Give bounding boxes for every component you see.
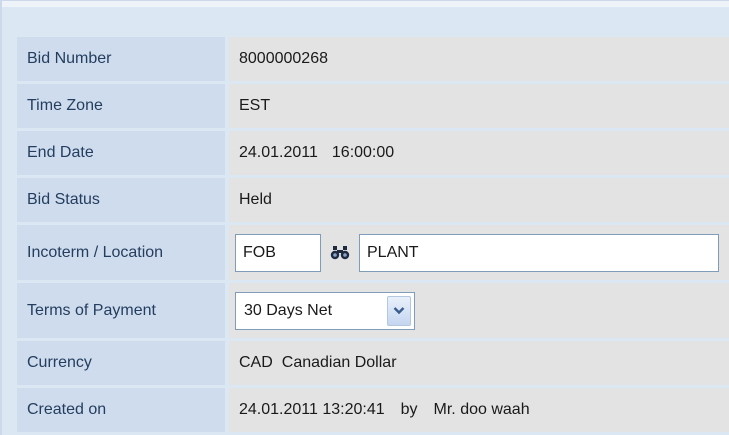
end-date-time: 16:00:00: [331, 144, 395, 161]
created-on-label: Created on: [17, 388, 225, 432]
created-on-by: by: [400, 401, 418, 418]
incoterm-value: FOB PLANT: [229, 225, 729, 280]
payment-terms-value: 30 Days Net: [229, 283, 729, 338]
currency-label: Currency: [17, 341, 225, 385]
currency-name: Canadian Dollar: [281, 354, 397, 371]
currency-code: CAD: [239, 354, 273, 371]
row-end-date: End Date 24.01.2011 16:00:00: [17, 131, 729, 175]
payment-terms-selected: 30 Days Net: [244, 301, 333, 319]
created-on-datetime: 24.01.2011 13:20:41: [239, 401, 385, 418]
time-zone-label: Time Zone: [17, 84, 225, 128]
bid-number-value: 8000000268: [229, 37, 729, 81]
payment-terms-label: Terms of Payment: [17, 283, 225, 338]
row-incoterm: Incoterm / Location FOB PLANT: [17, 225, 729, 280]
row-created-on: Created on 24.01.2011 13:20:41 by Mr. doo …: [17, 388, 729, 432]
row-time-zone: Time Zone EST: [17, 84, 729, 128]
end-date-date: 24.01.2011: [239, 144, 318, 161]
incoterm-location-input[interactable]: PLANT: [359, 233, 719, 272]
chevron-down-icon[interactable]: [387, 295, 411, 326]
time-zone-value: EST: [229, 84, 729, 128]
binoculars-icon[interactable]: [321, 234, 359, 272]
bid-status-label: Bid Status: [17, 178, 225, 222]
bid-number-label: Bid Number: [17, 37, 225, 81]
created-on-user: Mr. doo waah: [433, 401, 530, 418]
bid-details-form: Bid Number 8000000268 Time Zone EST End …: [17, 37, 729, 435]
currency-value: CAD Canadian Dollar: [229, 341, 729, 385]
row-bid-status: Bid Status Held: [17, 178, 729, 222]
payment-terms-select[interactable]: 30 Days Net: [235, 291, 415, 330]
row-payment-terms: Terms of Payment 30 Days Net: [17, 283, 729, 338]
incoterm-label: Incoterm / Location: [17, 225, 225, 280]
panel-top-strip: [2, 1, 729, 7]
end-date-label: End Date: [17, 131, 225, 175]
bid-status-value: Held: [229, 178, 729, 222]
row-bid-number: Bid Number 8000000268: [17, 37, 729, 81]
end-date-value: 24.01.2011 16:00:00: [229, 131, 729, 175]
created-on-value: 24.01.2011 13:20:41 by Mr. doo waah: [229, 388, 729, 432]
row-currency: Currency CAD Canadian Dollar: [17, 341, 729, 385]
bid-header-panel: Bid Number 8000000268 Time Zone EST End …: [0, 0, 729, 435]
incoterm-code-input[interactable]: FOB: [235, 233, 321, 272]
